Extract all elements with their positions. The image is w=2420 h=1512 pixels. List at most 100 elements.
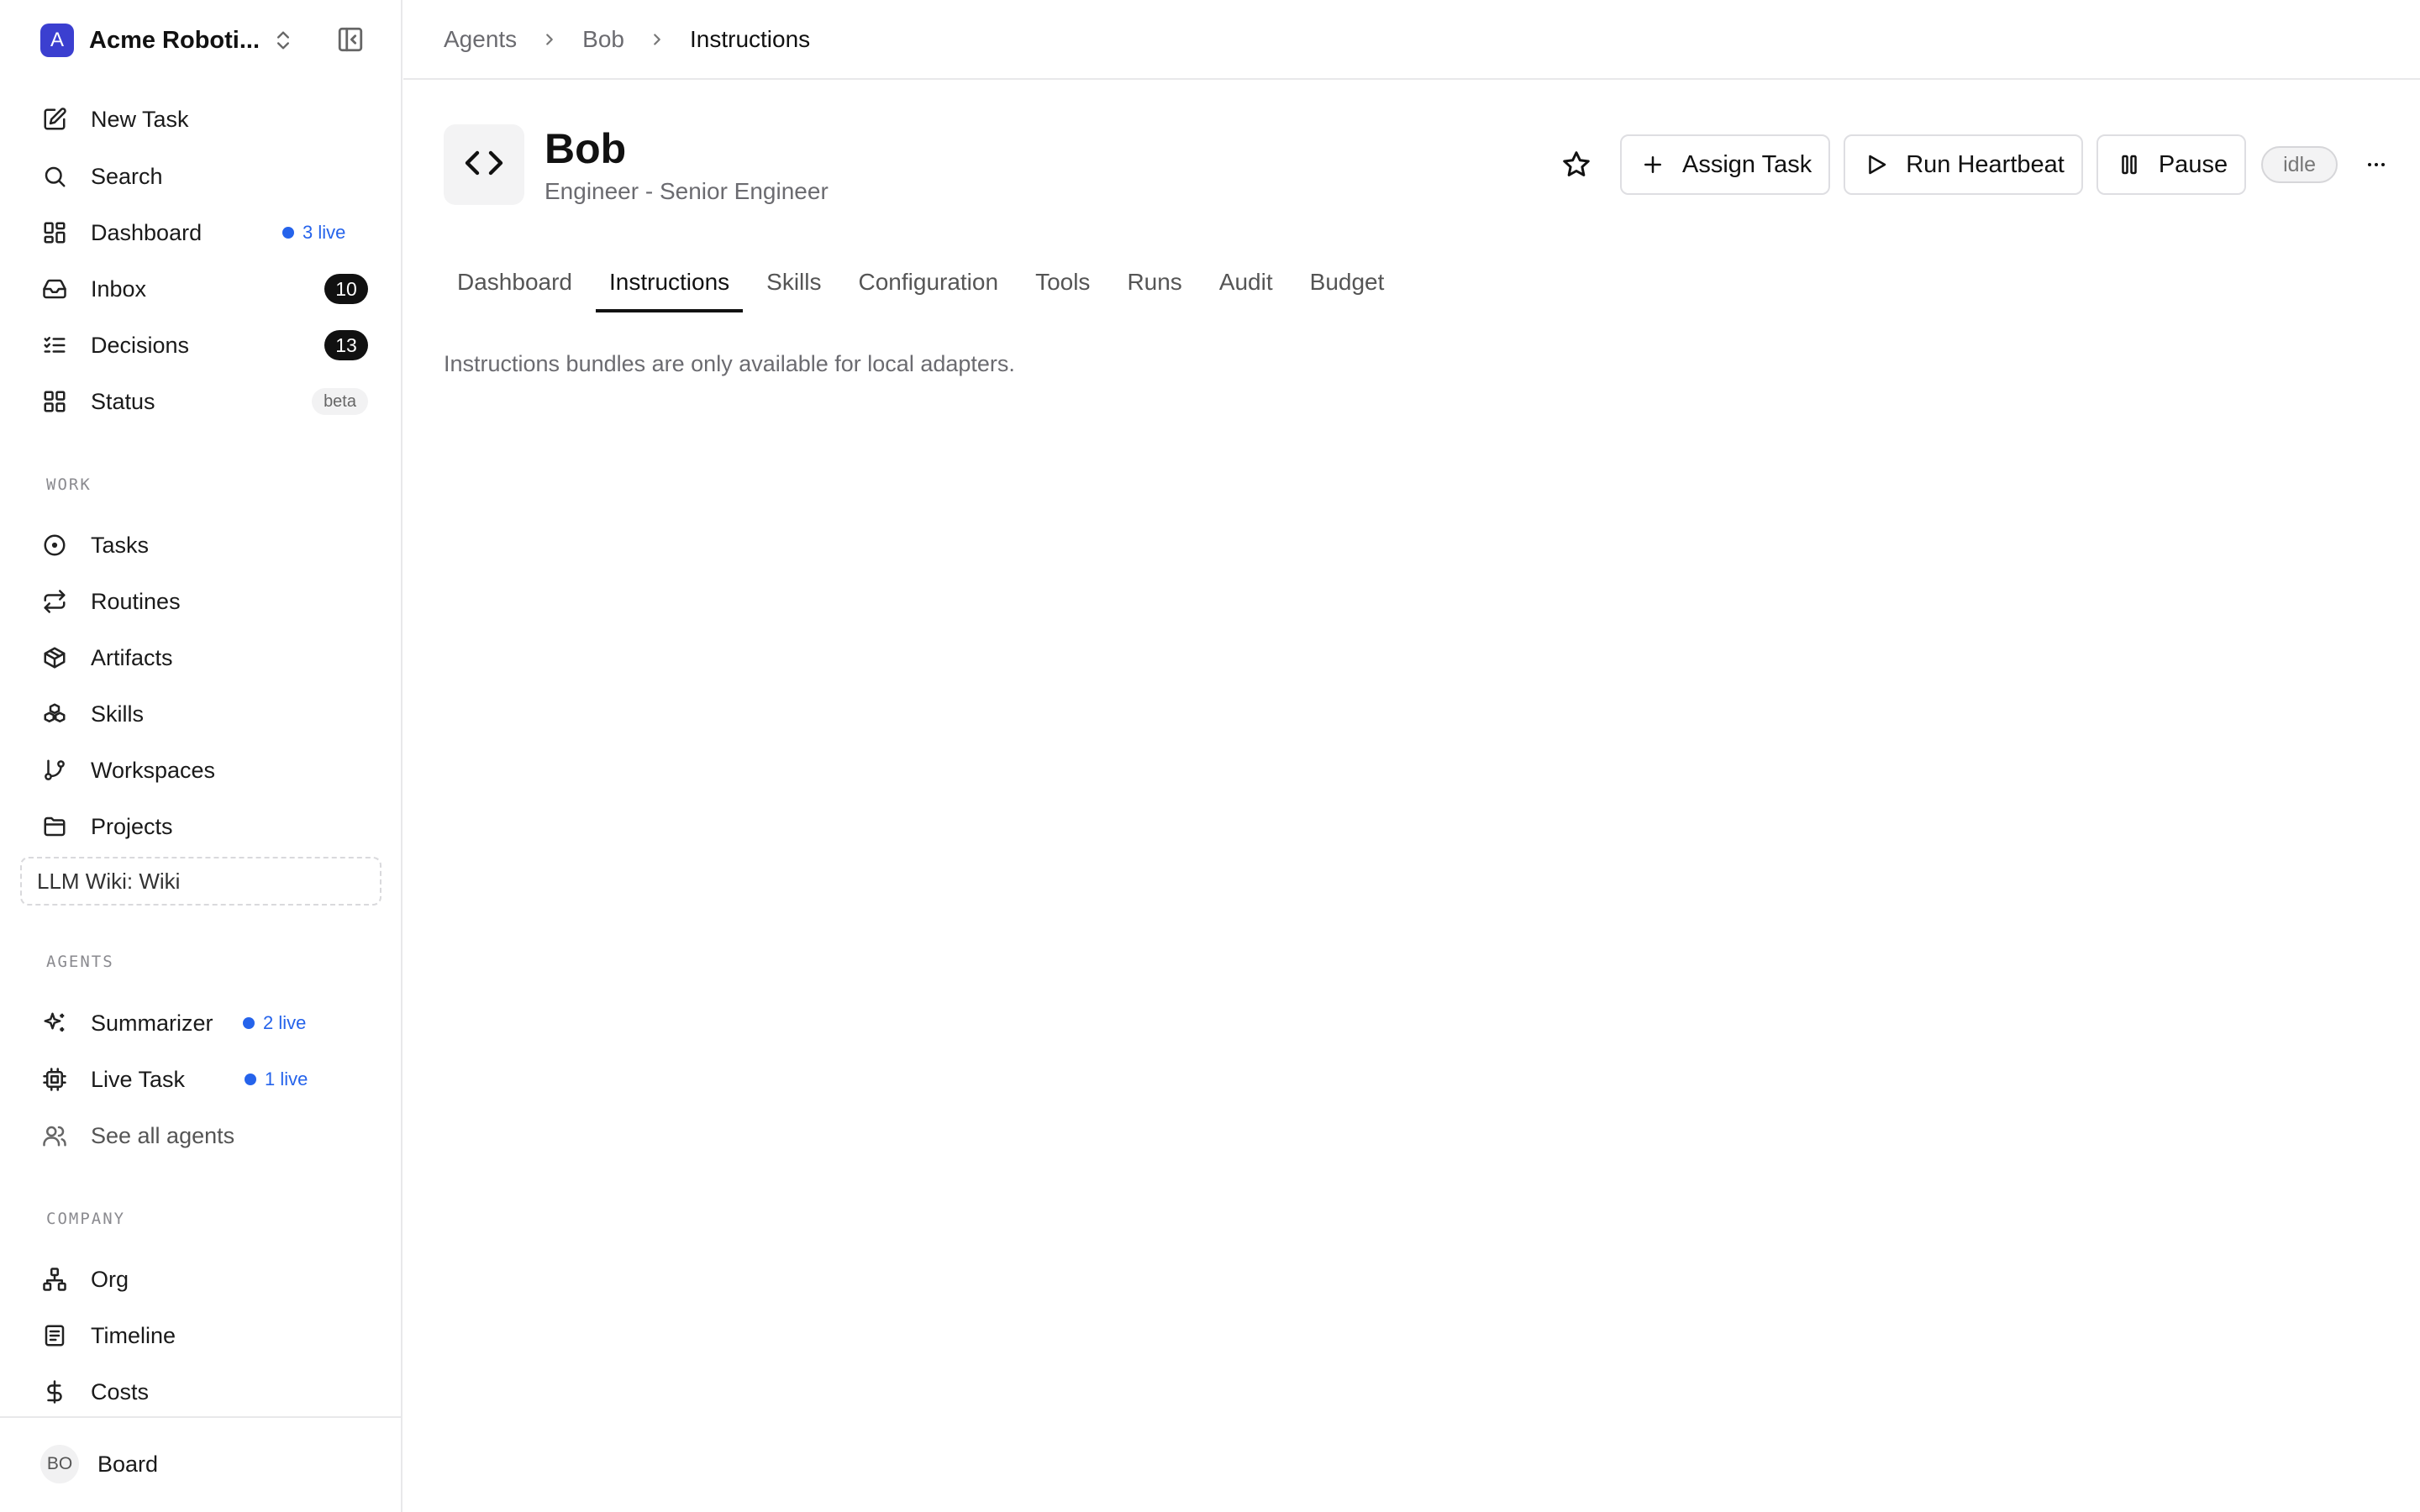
tab-skills[interactable]: Skills (753, 252, 834, 312)
user-footer[interactable]: BO Board (0, 1416, 402, 1512)
tab-audit[interactable]: Audit (1206, 252, 1286, 312)
run-heartbeat-button[interactable]: Run Heartbeat (1844, 134, 2083, 195)
nav-costs[interactable]: Costs (40, 1368, 368, 1415)
more-options-icon[interactable] (2360, 148, 2393, 181)
live-count: 2 live (263, 1012, 307, 1033)
nav-label: Artifacts (91, 644, 173, 670)
git-branch-icon (40, 756, 69, 785)
search-icon (40, 162, 69, 191)
section-label-agents: AGENTS (46, 953, 114, 971)
live-indicator: 3 live (282, 222, 345, 244)
nav-label: Summarizer (91, 1010, 213, 1036)
folder-icon (40, 812, 69, 841)
nav-new-task[interactable]: New Task (40, 96, 368, 143)
live-dot (243, 1017, 255, 1029)
wiki-link[interactable]: LLM Wiki: Wiki (20, 857, 381, 906)
agent-tabs: Dashboard Instructions Skills Configurat… (444, 252, 1407, 312)
nav-label: New Task (91, 106, 189, 132)
grid-icon (40, 387, 69, 416)
nav-projects[interactable]: Projects (40, 803, 368, 850)
breadcrumb-agents[interactable]: Agents (444, 26, 517, 53)
nav-label: Tasks (91, 532, 150, 558)
timeline-icon (40, 1321, 69, 1350)
inbox-count-badge: 10 (324, 274, 368, 304)
sparkles-icon (40, 1009, 69, 1037)
agent-role: Engineer - Senior Engineer (544, 178, 829, 204)
live-indicator: 2 live (243, 1012, 306, 1034)
tab-configuration[interactable]: Configuration (845, 252, 1013, 312)
nav-label: Search (91, 163, 163, 189)
nav-status[interactable]: Status beta (40, 378, 368, 425)
code-icon (464, 143, 504, 187)
live-count: 3 live (302, 222, 346, 243)
live-dot (245, 1074, 256, 1085)
nav-label: Inbox (91, 276, 147, 302)
star-icon[interactable] (1553, 141, 1600, 188)
dollar-icon (40, 1378, 69, 1406)
users-icon (40, 1121, 69, 1150)
nav-org[interactable]: Org (40, 1256, 368, 1303)
avatar: BO (40, 1445, 79, 1483)
collapse-sidebar-icon[interactable] (336, 25, 365, 58)
repeat-icon (40, 587, 69, 616)
chevron-right-icon (648, 30, 666, 49)
cpu-icon (40, 1065, 69, 1094)
section-label-company: COMPANY (46, 1210, 126, 1228)
nav-label: Costs (91, 1378, 150, 1404)
plus-icon (1644, 156, 1661, 173)
nav-label: Status (91, 388, 155, 414)
nav-label: Timeline (91, 1322, 176, 1348)
pause-label: Pause (2158, 150, 2228, 178)
nav-dashboard[interactable]: Dashboard 3 live (40, 209, 368, 256)
play-icon (1869, 155, 1886, 175)
org-name: Acme Roboti... (89, 26, 260, 54)
section-label-work: WORK (46, 475, 92, 494)
boxes-icon (40, 700, 69, 728)
pause-button[interactable]: Pause (2096, 134, 2247, 195)
nav-label: Workspaces (91, 757, 216, 783)
nav-skills[interactable]: Skills (40, 690, 368, 738)
circle-dot-icon (40, 531, 69, 559)
nav-search[interactable]: Search (40, 153, 368, 200)
breadcrumb-agent[interactable]: Bob (582, 26, 624, 53)
breadcrumb: Agents Bob Instructions (403, 0, 2420, 80)
nav-see-all-agents[interactable]: See all agents (40, 1112, 368, 1159)
nav-label: Dashboard (91, 219, 203, 245)
instructions-message: Instructions bundles are only available … (444, 351, 1015, 376)
nav-routines[interactable]: Routines (40, 578, 368, 625)
nav-artifacts[interactable]: Artifacts (40, 634, 368, 681)
tab-budget[interactable]: Budget (1297, 252, 1398, 312)
pause-icon (2122, 155, 2137, 175)
dashboard-icon (40, 218, 69, 247)
nav-tasks[interactable]: Tasks (40, 522, 368, 569)
nav-agent-summarizer[interactable]: Summarizer 2 live (40, 1000, 368, 1047)
nav-agent-live-task[interactable]: Live Task 1 live (40, 1056, 368, 1103)
list-checks-icon (40, 331, 69, 360)
nav-label: Live Task (91, 1066, 186, 1092)
nav-timeline[interactable]: Timeline (40, 1312, 368, 1359)
nav-label: Routines (91, 588, 181, 614)
nav-inbox[interactable]: Inbox 10 (40, 265, 368, 312)
tab-dashboard[interactable]: Dashboard (444, 252, 586, 312)
agent-actions: Assign Task Run Heartbeat Pause idle (1553, 134, 2393, 195)
edit-icon (40, 105, 69, 134)
beta-badge: beta (312, 388, 368, 415)
assign-task-button[interactable]: Assign Task (1620, 134, 1831, 195)
tab-runs[interactable]: Runs (1113, 252, 1195, 312)
user-name: Board (97, 1452, 159, 1477)
nav-workspaces[interactable]: Workspaces (40, 747, 368, 794)
tab-tools[interactable]: Tools (1022, 252, 1103, 312)
chevron-right-icon (540, 30, 559, 49)
breadcrumb-current: Instructions (690, 25, 811, 52)
nav-label: Org (91, 1266, 129, 1292)
agent-avatar (444, 124, 524, 205)
package-icon (40, 643, 69, 672)
nav-label: Decisions (91, 332, 190, 358)
tab-instructions[interactable]: Instructions (595, 252, 744, 312)
nav-decisions[interactable]: Decisions 13 (40, 322, 368, 369)
org-chart-icon (40, 1265, 69, 1294)
run-heartbeat-label: Run Heartbeat (1906, 150, 2065, 178)
org-logo: A (40, 24, 74, 57)
live-dot (282, 227, 294, 239)
org-switcher[interactable]: A Acme Roboti... (40, 24, 368, 57)
